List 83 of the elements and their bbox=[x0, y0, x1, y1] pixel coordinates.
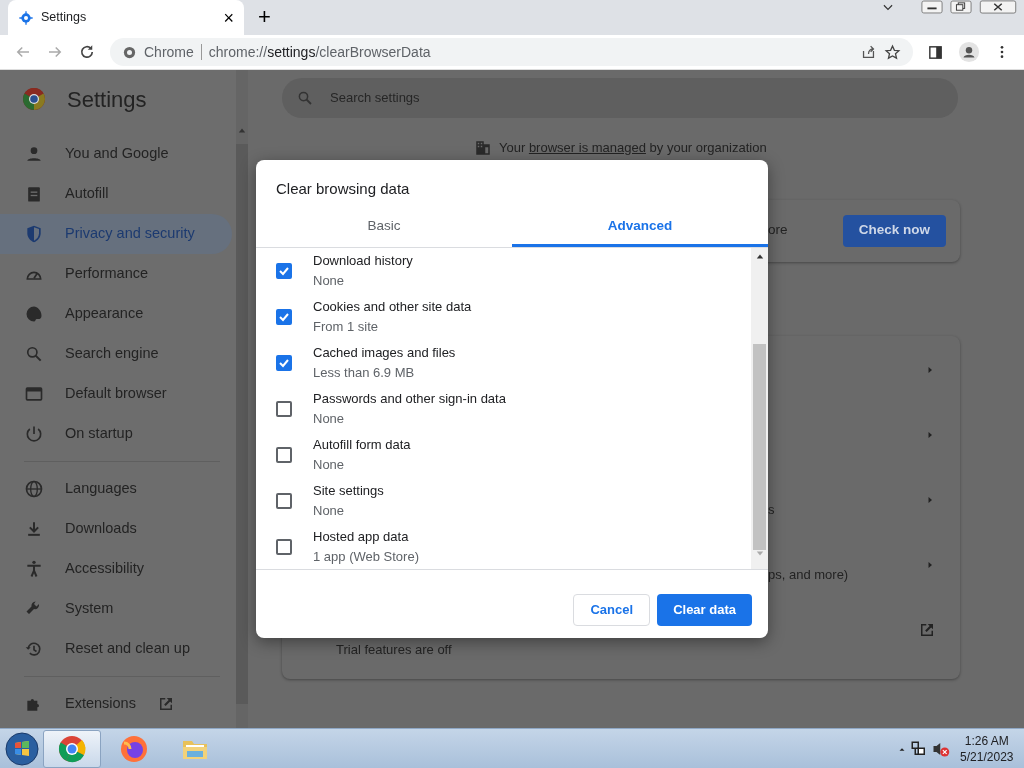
minimize-icon[interactable] bbox=[921, 0, 943, 14]
taskbar-app-button[interactable] bbox=[43, 729, 101, 768]
item-title: Cookies and other site data bbox=[313, 297, 472, 316]
checkbox[interactable] bbox=[276, 354, 292, 371]
item-detail: None bbox=[313, 409, 346, 428]
clock-date[interactable]: 5/21/2023 bbox=[960, 748, 1014, 765]
sidebar-item[interactable]: Performance bbox=[0, 254, 232, 294]
item-detail: None bbox=[313, 501, 346, 520]
external-link-icon[interactable] bbox=[918, 621, 936, 639]
checkbox[interactable] bbox=[276, 308, 292, 325]
sidebar-item[interactable]: Search engine bbox=[0, 334, 232, 374]
clear-data-button[interactable]: Clear data bbox=[657, 593, 752, 626]
check-now-button[interactable]: Check now bbox=[842, 214, 946, 247]
item-title: Passwords and other sign-in data bbox=[313, 389, 506, 408]
dialog-title: Clear browsing data bbox=[275, 179, 411, 199]
checkbox[interactable] bbox=[276, 492, 292, 509]
shield-icon bbox=[24, 224, 44, 244]
fox-globe-icon bbox=[119, 734, 148, 763]
person-icon bbox=[24, 144, 44, 164]
item-detail: From 1 site bbox=[313, 317, 379, 336]
restore-icon[interactable] bbox=[950, 0, 972, 14]
accessibility-icon bbox=[24, 559, 44, 579]
tab-title[interactable]: Settings bbox=[41, 8, 217, 27]
search-bar[interactable]: Search settings bbox=[282, 78, 958, 118]
sidebar-item[interactable]: System bbox=[0, 589, 232, 629]
sidebar-item[interactable]: Reset and clean up bbox=[0, 629, 232, 669]
sidebar-item[interactable]: Default browser bbox=[0, 374, 232, 414]
item-detail: 1 app (Web Store) bbox=[313, 547, 419, 566]
managed-link[interactable]: browser is managed bbox=[528, 140, 646, 155]
settings-icon[interactable] bbox=[18, 9, 34, 26]
cancel-button[interactable]: Cancel bbox=[573, 593, 651, 626]
item-title: Cached images and files bbox=[313, 343, 456, 362]
clock-time[interactable]: 1:26 AM bbox=[964, 732, 1009, 749]
tab-close-button[interactable]: × bbox=[223, 8, 234, 27]
row-text: Trial features are off bbox=[336, 641, 452, 660]
sidebar-item[interactable]: Appearance bbox=[0, 294, 232, 334]
sidebar-item[interactable]: Autofill bbox=[0, 174, 232, 214]
sidebar-item[interactable]: You and Google bbox=[0, 134, 232, 174]
item-detail: None bbox=[313, 455, 346, 474]
power-icon bbox=[24, 424, 44, 444]
checkbox[interactable] bbox=[276, 400, 292, 417]
row-text: s bbox=[768, 501, 775, 520]
item-title: Hosted app data bbox=[313, 527, 410, 546]
dialog-tab[interactable]: Advanced bbox=[512, 208, 768, 247]
side-panel-icon[interactable] bbox=[927, 43, 944, 61]
profile-avatar-icon[interactable] bbox=[958, 41, 980, 63]
sidebar-item[interactable]: Extensions bbox=[0, 684, 232, 724]
item-title: Download history bbox=[313, 251, 413, 270]
browser-window-icon bbox=[24, 384, 44, 404]
star-icon[interactable] bbox=[884, 43, 901, 61]
url-text: chrome://settings/clearBrowserData bbox=[208, 42, 431, 62]
share-icon[interactable] bbox=[860, 43, 877, 61]
managed-notice: Your browser is managed by your organization bbox=[499, 139, 767, 157]
site-label: Chrome bbox=[144, 42, 194, 62]
history-icon bbox=[24, 639, 44, 659]
new-tab-button[interactable]: + bbox=[258, 6, 271, 28]
item-title: Autofill form data bbox=[313, 435, 411, 454]
card-text: ore bbox=[768, 221, 788, 240]
item-title: Site settings bbox=[313, 481, 384, 500]
checkbox[interactable] bbox=[276, 262, 292, 279]
item-detail: None bbox=[313, 271, 346, 290]
building-icon bbox=[474, 138, 492, 157]
sidebar-item[interactable]: Accessibility bbox=[0, 549, 232, 589]
row-text: ps, and more) bbox=[768, 566, 849, 585]
checkbox[interactable] bbox=[276, 446, 292, 463]
dialog-scrollbar[interactable] bbox=[751, 247, 768, 569]
checkbox[interactable] bbox=[276, 538, 292, 555]
scrollbar[interactable] bbox=[236, 70, 248, 728]
dialog-tab[interactable]: Basic bbox=[256, 208, 512, 247]
reload-icon[interactable] bbox=[78, 43, 96, 61]
globe-icon bbox=[24, 479, 44, 499]
start-button-icon[interactable] bbox=[3, 730, 40, 767]
sidebar-item[interactable]: Languages bbox=[0, 469, 232, 509]
search-icon bbox=[296, 89, 314, 107]
sidebar-item[interactable]: Privacy and security bbox=[0, 214, 232, 254]
item-detail: Less than 6.9 MB bbox=[313, 363, 416, 382]
close-icon[interactable] bbox=[979, 0, 1017, 14]
sidebar-item[interactable]: Downloads bbox=[0, 509, 232, 549]
search-icon bbox=[24, 344, 44, 364]
settings-heading: Settings bbox=[67, 85, 147, 114]
search-field[interactable]: Search settings bbox=[328, 87, 944, 109]
address-bar[interactable]: Chrome chrome://settings/clearBrowserData bbox=[110, 38, 913, 66]
sidebar-item[interactable]: On startup bbox=[0, 414, 232, 454]
